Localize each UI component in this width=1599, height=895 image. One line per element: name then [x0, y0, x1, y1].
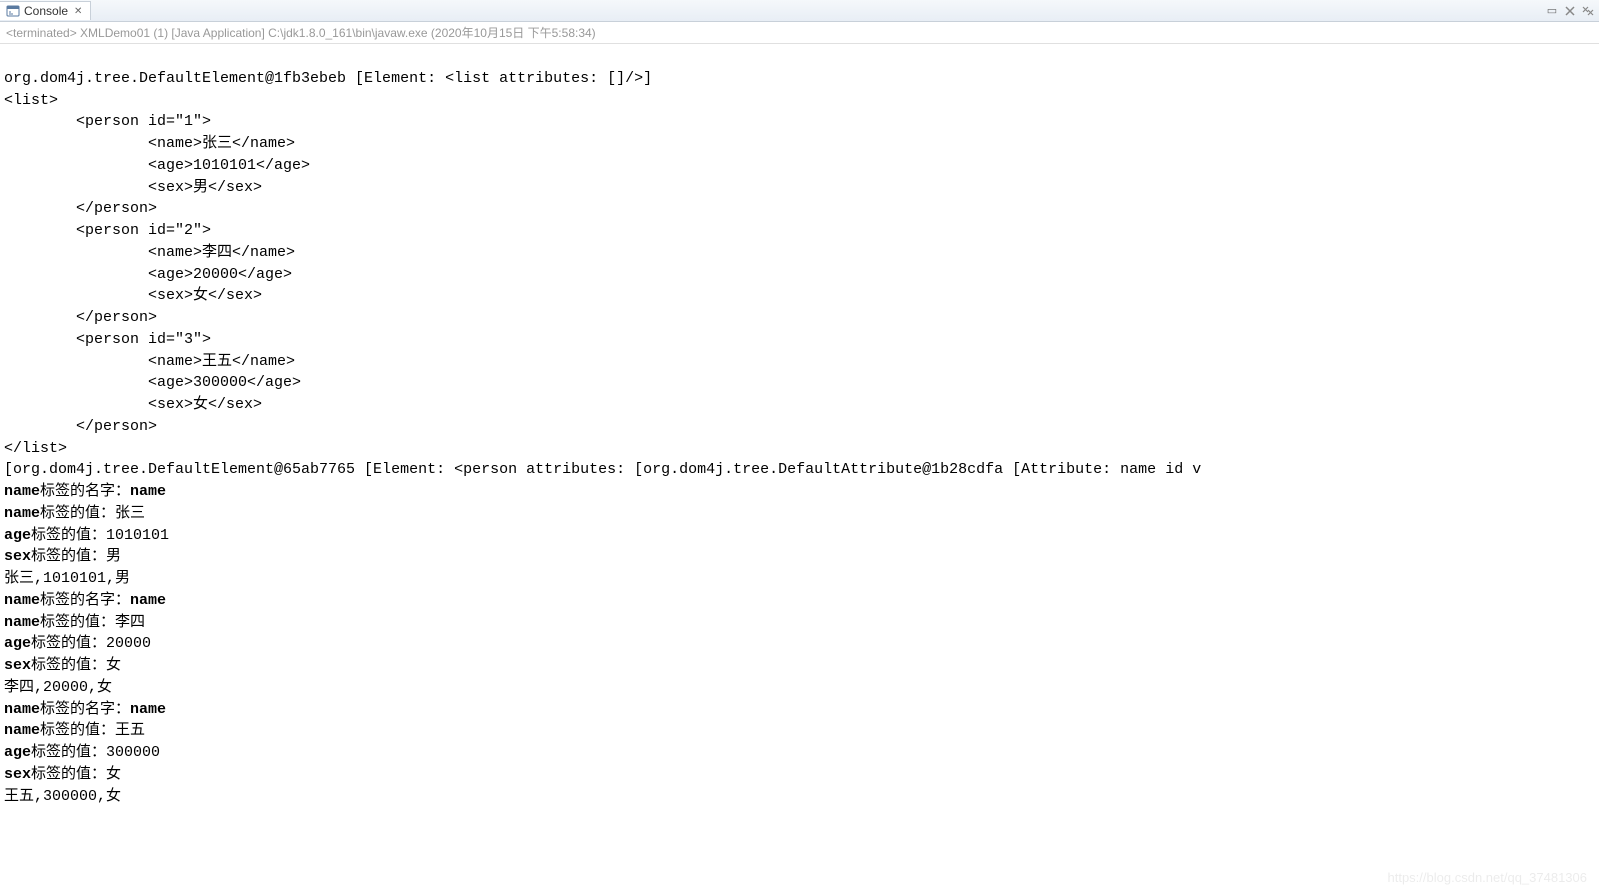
output-line: name标签的名字：name: [4, 483, 166, 500]
output-line: 李四,20000,女: [4, 679, 112, 696]
output-line: <sex>女</sex>: [4, 287, 262, 304]
remove-all-icon[interactable]: [1581, 4, 1595, 18]
output-line: <name>李四</name>: [4, 244, 295, 261]
output-line: name标签的值：李四: [4, 614, 145, 631]
output-line: </person>: [4, 200, 157, 217]
output-line: [org.dom4j.tree.DefaultElement@65ab7765 …: [4, 461, 1201, 478]
output-line: org.dom4j.tree.DefaultElement@1fb3ebeb […: [4, 70, 652, 87]
tab-label: Console: [24, 4, 68, 18]
remove-launch-icon[interactable]: [1563, 4, 1577, 18]
tab-bar: Console ✕ ▭: [0, 0, 1599, 22]
output-line: name标签的值：张三: [4, 505, 145, 522]
output-line: <age>1010101</age>: [4, 157, 310, 174]
console-icon: [6, 4, 20, 18]
output-line: sex标签的值：女: [4, 657, 121, 674]
output-line: 王五,300000,女: [4, 788, 121, 805]
output-line: <person id="1">: [4, 113, 211, 130]
output-line: <person id="2">: [4, 222, 211, 239]
output-line: name标签的名字：name: [4, 592, 166, 609]
output-line: <age>20000</age>: [4, 266, 292, 283]
minimize-icon[interactable]: ▭: [1545, 4, 1559, 18]
console-output[interactable]: org.dom4j.tree.DefaultElement@1fb3ebeb […: [0, 44, 1599, 809]
output-line: <age>300000</age>: [4, 374, 301, 391]
output-line: age标签的值：20000: [4, 635, 151, 652]
output-line: name标签的值：王五: [4, 722, 145, 739]
output-line: </list>: [4, 440, 67, 457]
output-line: age标签的值：300000: [4, 744, 160, 761]
output-line: <name>王五</name>: [4, 353, 295, 370]
status-line: <terminated> XMLDemo01 (1) [Java Applica…: [0, 22, 1599, 44]
output-line: </person>: [4, 418, 157, 435]
output-line: name标签的名字：name: [4, 701, 166, 718]
output-line: <sex>男</sex>: [4, 179, 262, 196]
output-line: <sex>女</sex>: [4, 396, 262, 413]
tab-left: Console ✕: [0, 1, 91, 20]
output-line: <name>张三</name>: [4, 135, 295, 152]
output-line: <list>: [4, 92, 58, 109]
output-line: sex标签的值：男: [4, 548, 121, 565]
console-tab[interactable]: Console ✕: [0, 1, 91, 20]
output-line: sex标签的值：女: [4, 766, 121, 783]
watermark: https://blog.csdn.net/qq_37481306: [1388, 870, 1588, 885]
output-line: 张三,1010101,男: [4, 570, 130, 587]
output-line: </person>: [4, 309, 157, 326]
tab-controls: ▭: [1545, 4, 1599, 18]
close-tab-icon[interactable]: ✕: [74, 6, 84, 16]
output-line: age标签的值：1010101: [4, 527, 169, 544]
output-line: <person id="3">: [4, 331, 211, 348]
